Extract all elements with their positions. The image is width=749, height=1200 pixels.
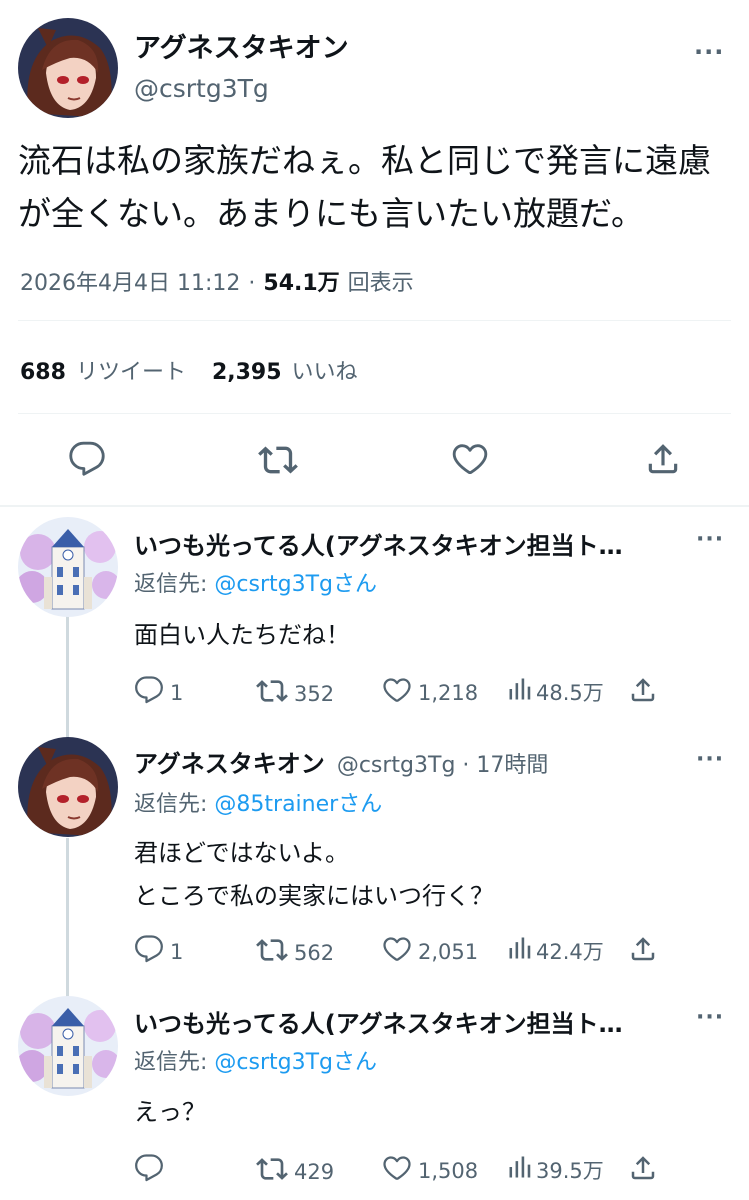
retweet-count[interactable]: 688	[20, 360, 66, 385]
retweet-count: 429	[294, 1159, 335, 1184]
view-count: 42.4万	[536, 939, 604, 964]
more-icon[interactable]: ···	[696, 1005, 724, 1030]
avatar[interactable]	[18, 517, 118, 617]
display-name[interactable]: アグネスタキオン	[134, 26, 349, 65]
reply-to-prefix: 返信先:	[134, 792, 215, 817]
reply-count: 1	[170, 939, 184, 964]
retweet-label[interactable]: リツイート	[76, 354, 186, 386]
like-count: 1,508	[418, 1158, 479, 1183]
views-action[interactable]: 39.5万	[506, 1153, 604, 1186]
avatar-image	[18, 737, 118, 837]
share-icon[interactable]	[628, 1153, 658, 1183]
views-action[interactable]: 42.4万	[506, 934, 604, 967]
reply-text-line: ところで私の実家にはいつ行く？	[134, 882, 494, 910]
avatar[interactable]	[18, 737, 118, 837]
divider	[0, 505, 749, 507]
retweet-action[interactable]: 562	[256, 934, 334, 971]
retweet-icon[interactable]	[256, 934, 288, 971]
like-count: 2,051	[418, 939, 479, 964]
like-action[interactable]: 1,508	[382, 1153, 478, 1188]
tweet-text-line: が全くない。あまりにも言いたい放題だ。	[18, 194, 645, 233]
reply-to-link[interactable]: @csrtg3Tgさん	[214, 1050, 377, 1075]
separator: ·	[248, 271, 256, 296]
thread-line	[66, 614, 69, 739]
reply-to-link[interactable]: @85trainerさん	[214, 792, 382, 817]
reply-text-line: 面白い人たちだね！	[134, 621, 350, 649]
reply-icon[interactable]	[68, 440, 106, 478]
reply-icon[interactable]	[134, 934, 164, 969]
handle-time[interactable]: @csrtg3Tg · 17時間	[337, 747, 549, 779]
divider	[18, 320, 731, 321]
like-count: 1,218	[418, 680, 479, 705]
reply-to: 返信先: @85trainerさん	[134, 786, 382, 818]
engagement-stats: 688 リツイート 2,395 いいね	[20, 354, 358, 386]
view-count: 48.5万	[536, 680, 604, 705]
reply-text-line: えっ？	[134, 1098, 206, 1126]
reply-to-prefix: 返信先:	[134, 572, 215, 597]
reply-to: 返信先: @csrtg3Tgさん	[134, 1044, 377, 1076]
like-icon[interactable]	[382, 1153, 412, 1188]
like-action[interactable]: 1,218	[382, 675, 478, 710]
share-icon[interactable]	[628, 675, 658, 705]
retweet-action[interactable]: 352	[256, 675, 334, 712]
reply-text: 君ほどではないよ。 ところで私の実家にはいつ行く？	[134, 832, 494, 918]
reply-count: 1	[170, 680, 184, 705]
views-icon[interactable]	[506, 934, 534, 967]
view-label: 回表示	[347, 271, 414, 296]
reply-icon[interactable]	[134, 1153, 164, 1188]
reply-action[interactable]: 1	[134, 934, 183, 969]
timestamp[interactable]: 2026年4月4日 11:12	[20, 265, 240, 297]
avatar[interactable]	[18, 18, 118, 118]
avatar-image	[18, 996, 118, 1096]
avatar[interactable]	[18, 996, 118, 1096]
like-action[interactable]: 2,051	[382, 934, 478, 969]
retweet-icon[interactable]	[258, 440, 298, 480]
display-name[interactable]: いつも光ってる人(アグネスタキオン担当ト…	[134, 526, 674, 561]
handle[interactable]: @csrtg3Tg	[134, 74, 269, 103]
reply-to-prefix: 返信先:	[134, 1050, 215, 1075]
more-icon[interactable]: ···	[696, 747, 724, 772]
like-label[interactable]: いいね	[292, 354, 358, 386]
reply-text-line: 君ほどではないよ。	[134, 839, 350, 867]
views-icon[interactable]	[506, 675, 534, 708]
retweet-action[interactable]: 429	[256, 1153, 334, 1190]
like-icon[interactable]	[382, 675, 412, 710]
more-icon[interactable]: ···	[696, 527, 724, 552]
retweet-count: 562	[294, 940, 335, 965]
view-count: 39.5万	[536, 1158, 604, 1183]
display-name[interactable]: いつも光ってる人(アグネスタキオン担当ト…	[134, 1004, 674, 1039]
avatar-image	[18, 18, 118, 118]
reply-action[interactable]: 1	[134, 675, 183, 710]
more-icon[interactable]: ···	[694, 38, 724, 66]
tweet-meta: 2026年4月4日 11:12 · 54.1万 回表示	[20, 265, 414, 297]
reply-to-link[interactable]: @csrtg3Tgさん	[214, 572, 377, 597]
reply-text: えっ？	[134, 1092, 206, 1132]
like-icon[interactable]	[382, 934, 412, 969]
reply-to: 返信先: @csrtg3Tgさん	[134, 566, 377, 598]
divider	[18, 413, 731, 414]
share-icon[interactable]	[628, 934, 658, 964]
like-count[interactable]: 2,395	[212, 360, 282, 385]
retweet-icon[interactable]	[256, 675, 288, 712]
tweet-text-line: 流石は私の家族だねぇ。私と同じで発言に遠慮	[18, 141, 711, 180]
display-name[interactable]: アグネスタキオン	[134, 744, 325, 779]
reply-icon[interactable]	[134, 675, 164, 710]
reply-header: アグネスタキオン @csrtg3Tg · 17時間	[134, 744, 548, 779]
reply-text: 面白い人たちだね！	[134, 615, 350, 655]
share-icon[interactable]	[644, 440, 682, 478]
retweet-icon[interactable]	[256, 1153, 288, 1190]
view-count: 54.1万	[263, 271, 340, 296]
tweet-text: 流石は私の家族だねぇ。私と同じで発言に遠慮 が全くない。あまりにも言いたい放題だ…	[18, 134, 711, 240]
views-icon[interactable]	[506, 1153, 534, 1186]
avatar-image	[18, 517, 118, 617]
reply-action[interactable]	[134, 1153, 170, 1188]
retweet-count: 352	[294, 681, 335, 706]
like-icon[interactable]	[451, 440, 489, 478]
views-action[interactable]: 48.5万	[506, 675, 604, 708]
thread-line	[66, 838, 69, 998]
